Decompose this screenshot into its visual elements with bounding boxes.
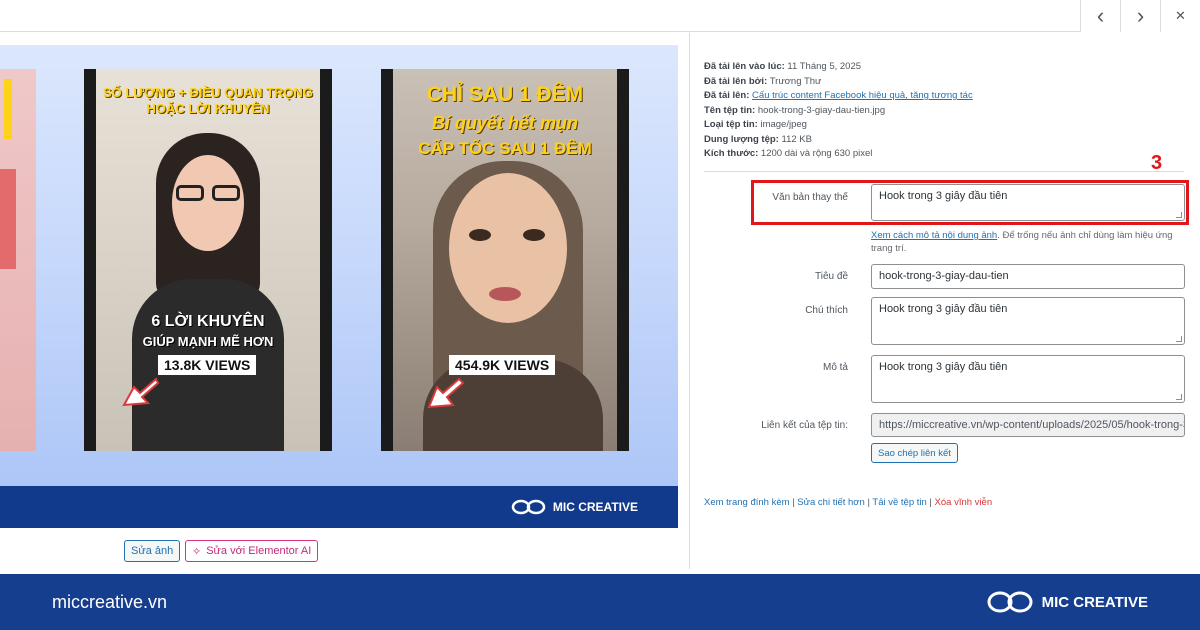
attachment-preview: SỐ LƯỢNG + ĐIỀU QUAN TRỌNG HOẶC LỜI KHUY…	[0, 33, 690, 569]
card-top-text: Bí quyết hết mụn	[431, 113, 578, 133]
edit-more-link[interactable]: Sửa chi tiết hơn	[797, 497, 865, 508]
copy-url-button[interactable]: Sao chép liên kết	[871, 443, 958, 463]
file-type-row: Loại tệp tin: image/jpeg	[704, 119, 807, 130]
details-divider	[704, 171, 1184, 172]
card-top-text: SỐ LƯỢNG + ĐIỀU QUAN TRỌNG	[102, 85, 314, 100]
next-media-button[interactable]: ›	[1120, 0, 1160, 32]
footer-brand: MIC CREATIVE	[1041, 593, 1148, 611]
resize-handle[interactable]	[1176, 394, 1182, 400]
sparkle-icon: ✧	[192, 545, 202, 558]
close-icon: ✕	[1175, 8, 1186, 23]
views-badge: 454.9K VIEWS	[449, 355, 556, 375]
file-url-field[interactable]: https://miccreative.vn/wp-content/upload…	[871, 413, 1185, 437]
edit-with-elementor-button[interactable]: ✧ Sửa với Elementor AI	[185, 540, 319, 562]
step-number: 3	[1151, 152, 1163, 174]
resize-handle[interactable]	[1176, 336, 1182, 342]
attachment-actions: Xem trang đính kèm | Sửa chi tiết hơn | …	[704, 497, 993, 508]
description-label: Mô tả	[822, 362, 848, 373]
caption-field[interactable]: Hook trong 3 giây đầu tiên	[871, 297, 1185, 345]
close-modal-button[interactable]: ✕	[1160, 0, 1200, 32]
file-size-row: Dung lượng tệp: 112 KB	[704, 133, 812, 145]
title-field[interactable]: hook-trong-3-giay-dau-tien	[871, 264, 1185, 289]
description-field[interactable]: Hook trong 3 giây đầu tiên	[871, 355, 1185, 403]
brand-footer: miccreative.vn MIC CREATIVE	[0, 574, 1200, 630]
card-title: 6 LỜI KHUYÊN	[151, 313, 265, 330]
alt-text-help: Xem cách mô tả nội dung ảnh. Để trống nế…	[871, 230, 1173, 254]
alt-text-highlight	[751, 180, 1189, 225]
title-label: Tiêu đề	[815, 271, 848, 282]
view-attachment-link[interactable]: Xem trang đính kèm	[704, 497, 790, 508]
site-url: miccreative.vn	[52, 592, 168, 612]
alt-text-help-link[interactable]: Xem cách mô tả nội dung ảnh	[871, 230, 997, 241]
file-details: Đã tải lên vào lúc: 11 Tháng 5, 2025 Đã …	[704, 60, 1174, 162]
uploaded-to-row: Đã tải lên: Cấu trúc content Facebook hi…	[704, 90, 973, 101]
download-file-link[interactable]: Tải về tệp tin	[872, 497, 926, 508]
views-badge: 13.8K VIEWS	[158, 355, 257, 375]
mic-logo-icon	[511, 499, 546, 515]
chevron-left-icon: ‹	[1096, 3, 1105, 28]
video-card-partial	[0, 69, 36, 451]
thumbnail-image: SỐ LƯỢNG + ĐIỀU QUAN TRỌNG HOẶC LỜI KHUY…	[0, 45, 678, 528]
media-attachment-screen: ‹ › ✕ SỐ LƯỢNG + ĐIỀU QUAN TRỌNG HOẶC LỜ…	[0, 0, 1200, 630]
delete-permanently-link[interactable]: Xóa vĩnh viễn	[935, 497, 993, 508]
edit-with-elementor-label: Sửa với Elementor AI	[206, 545, 312, 557]
thumbnail-footer: MIC CREATIVE	[0, 486, 678, 528]
uploaded-by-row: Đã tải lên bởi: Trương Thư	[704, 75, 822, 87]
arrow-icon	[427, 377, 465, 409]
card-top-text: HOẶC LỜI KHUYÊN	[146, 101, 270, 116]
card-top-text: CẤP TỐC SAU 1 ĐÊM	[418, 139, 592, 158]
uploaded-to-link[interactable]: Cấu trúc content Facebook hiệu quả, tăng…	[752, 90, 973, 101]
card-subtitle: GIÚP MẠNH MẼ HƠN	[142, 334, 274, 349]
previous-media-button[interactable]: ‹	[1080, 0, 1120, 32]
person-face	[172, 155, 244, 251]
chevron-right-icon: ›	[1136, 3, 1145, 28]
video-card-acne: CHỈ SAU 1 ĐÊM Bí quyết hết mụn CẤP TỐC S…	[381, 69, 629, 451]
modal-header: ‹ › ✕	[0, 0, 1200, 32]
arrow-icon	[122, 377, 160, 407]
uploaded-on-row: Đã tải lên vào lúc: 11 Tháng 5, 2025	[704, 61, 862, 72]
dimensions-row: Kích thước: 1200 dài và rộng 630 pixel	[704, 148, 873, 159]
file-name-row: Tên tệp tin: hook-trong-3-giay-dau-tien.…	[704, 104, 886, 116]
video-card-advice: SỐ LƯỢNG + ĐIỀU QUAN TRỌNG HOẶC LỜI KHUY…	[84, 69, 332, 451]
edit-image-button[interactable]: Sửa ảnh	[124, 540, 181, 562]
file-url-label: Liên kết của tệp tin:	[761, 420, 848, 431]
mic-logo-icon	[987, 591, 1033, 613]
thumbnail-brand: MIC CREATIVE	[552, 500, 638, 514]
card-top-text: CHỈ SAU 1 ĐÊM	[426, 83, 584, 106]
caption-label: Chú thích	[805, 305, 848, 316]
